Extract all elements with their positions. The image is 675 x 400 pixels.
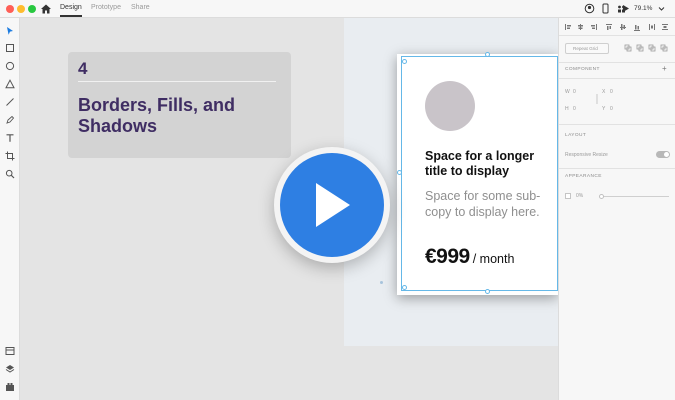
select-tool-icon[interactable]: [5, 26, 15, 36]
repeat-grid-label: Repeat Grid: [573, 46, 598, 51]
panel-divider: [559, 78, 675, 79]
selection-handle[interactable]: [485, 289, 490, 294]
home-icon[interactable]: [40, 3, 52, 15]
zoom-tool-icon[interactable]: [5, 169, 15, 179]
layout-heading: LAYOUT: [565, 133, 587, 138]
avatar-placeholder[interactable]: [425, 81, 475, 131]
lesson-title-card: 4 Borders, Fills, and Shadows: [68, 52, 291, 158]
property-inspector: Repeat Grid COMPONENT + W 0 X 0 H 0 Y 0 …: [558, 18, 675, 400]
card-subcopy[interactable]: Space for some sub-copy to display here.: [425, 188, 550, 220]
card-price[interactable]: €999/ month: [425, 245, 514, 269]
panel-divider: [559, 35, 675, 36]
pen-tool-icon[interactable]: [5, 115, 15, 125]
play-icon: [316, 183, 350, 227]
appearance-heading: APPEARANCE: [565, 174, 602, 179]
artboard-tool-icon[interactable]: [5, 151, 15, 161]
user-icon[interactable]: [584, 3, 595, 14]
width-label: W: [565, 89, 570, 95]
plugins-icon[interactable]: [5, 382, 15, 392]
panel-divider: [559, 62, 675, 63]
lesson-number: 4: [78, 59, 88, 78]
tool-bar: [0, 18, 20, 400]
phone-preview-icon[interactable]: [600, 3, 611, 14]
x-label: X: [602, 89, 606, 95]
panel-divider: [559, 124, 675, 125]
zoom-level[interactable]: 79.1%: [634, 5, 652, 12]
x-field[interactable]: 0: [610, 89, 613, 95]
y-label: Y: [602, 106, 606, 112]
component-heading: COMPONENT: [565, 67, 600, 72]
price-amount: €999: [425, 245, 470, 268]
close-window-button[interactable]: [6, 5, 14, 13]
responsive-resize-toggle[interactable]: [656, 151, 670, 158]
text-tool-icon[interactable]: [5, 133, 15, 143]
price-period: / month: [472, 252, 515, 266]
responsive-resize-label: Responsive Resize: [565, 152, 608, 158]
tab-share[interactable]: Share: [131, 4, 150, 11]
selection-handle[interactable]: [402, 285, 407, 290]
add-component-button[interactable]: +: [662, 64, 667, 73]
minimize-window-button[interactable]: [17, 5, 25, 13]
lesson-title: Borders, Fills, and Shadows: [78, 95, 236, 136]
triangle-tool-icon[interactable]: [5, 79, 15, 89]
title-bar: Design Prototype Share 79.1%: [0, 0, 675, 18]
height-label: H: [565, 106, 569, 112]
card-title[interactable]: Space for a longer title to display: [425, 149, 555, 179]
play-video-button[interactable]: [280, 153, 384, 257]
selection-handle[interactable]: [397, 170, 402, 175]
boolean-ops-icons[interactable]: [624, 44, 670, 53]
height-field[interactable]: 0: [573, 106, 576, 112]
y-field[interactable]: 0: [610, 106, 613, 112]
opacity-checkbox[interactable]: [565, 193, 571, 199]
selection-handle[interactable]: [402, 59, 407, 64]
tab-prototype[interactable]: Prototype: [91, 4, 121, 11]
opacity-slider-knob[interactable]: [599, 194, 604, 199]
layers-icon[interactable]: [5, 364, 15, 374]
line-tool-icon[interactable]: [5, 97, 15, 107]
repeat-grid-button[interactable]: Repeat Grid: [565, 43, 609, 54]
canvas-dot: [380, 281, 383, 284]
zoom-window-button[interactable]: [28, 5, 36, 13]
opacity-field[interactable]: 0%: [576, 193, 583, 199]
opacity-slider[interactable]: [602, 196, 669, 197]
width-field[interactable]: 0: [573, 89, 576, 95]
tab-design[interactable]: Design: [60, 4, 82, 11]
active-tab-indicator: [60, 15, 82, 17]
assets-icon[interactable]: [5, 346, 15, 356]
lesson-divider: [78, 81, 276, 82]
play-preview-icon[interactable]: [620, 3, 631, 14]
chevron-down-icon[interactable]: [656, 3, 667, 14]
selection-handle[interactable]: [485, 52, 490, 57]
toggle-knob: [664, 152, 669, 157]
lock-aspect-icon[interactable]: [595, 93, 599, 105]
panel-divider: [559, 168, 675, 169]
rectangle-tool-icon[interactable]: [5, 43, 15, 53]
ellipse-tool-icon[interactable]: [5, 61, 15, 71]
align-icons[interactable]: [563, 22, 673, 32]
